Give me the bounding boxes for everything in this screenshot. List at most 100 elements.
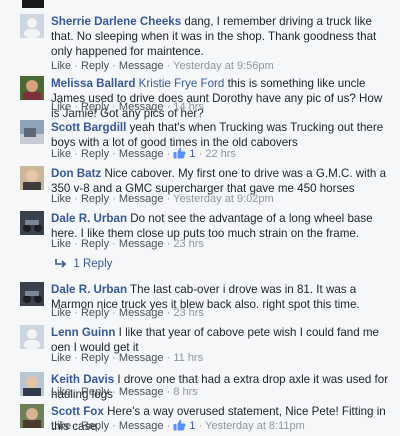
tagged-user[interactable]: Kristie Frye Ford [139, 77, 225, 90]
comment-text-block: Lenn Guinn I like that year of cabove pe… [51, 325, 391, 355]
message-link[interactable]: Message [119, 420, 164, 432]
comment-actions: Like · Reply · Message · 14 hrs [51, 101, 204, 113]
like-link[interactable]: Like [51, 420, 71, 432]
separator: · [74, 148, 78, 160]
separator: · [166, 193, 171, 205]
comment-actions: Like · Reply · Message · 23 hrs [51, 238, 204, 250]
separator: · [166, 386, 171, 398]
comment-timestamp[interactable]: Yesterday at 9:02pm [173, 193, 274, 205]
comment-actions: Like · Reply · Message · Yesterday at 9:… [51, 60, 274, 72]
like-count[interactable]: 1 [173, 147, 198, 160]
separator: · [112, 101, 116, 113]
like-count-value: 1 [189, 420, 196, 432]
reply-link[interactable]: Reply [81, 307, 109, 319]
comment-timestamp[interactable]: Yesterday at 9:56pm [173, 60, 274, 72]
comment-timestamp[interactable]: 14 hrs [173, 101, 204, 113]
avatar[interactable] [20, 120, 44, 144]
separator: · [198, 420, 203, 432]
like-link[interactable]: Like [51, 193, 71, 205]
avatar[interactable] [20, 211, 44, 235]
reply-link[interactable]: Reply [81, 60, 109, 72]
comment-author[interactable]: Lenn Guinn [51, 326, 115, 339]
separator: · [74, 386, 78, 398]
message-link[interactable]: Message [119, 101, 164, 113]
reply-link[interactable]: Reply [81, 101, 109, 113]
comment-actions: Like · Reply · Message · 8 hrs [51, 386, 198, 398]
avatar[interactable] [20, 325, 44, 349]
like-link[interactable]: Like [51, 352, 71, 364]
comment-author[interactable]: Dale R. Urban [51, 212, 127, 225]
comment-author[interactable]: Dale R. Urban [51, 283, 127, 296]
reply-link[interactable]: Reply [81, 420, 109, 432]
message-link[interactable]: Message [119, 148, 164, 160]
avatar [22, 0, 44, 8]
reply-link[interactable]: Reply [81, 238, 109, 250]
avatar[interactable] [20, 76, 44, 100]
separator: · [112, 352, 116, 364]
like-link[interactable]: Like [51, 386, 71, 398]
reply-link[interactable]: Reply [81, 148, 109, 160]
message-link[interactable]: Message [119, 352, 164, 364]
comment-timestamp[interactable]: Yesterday at 8:11pm [205, 420, 305, 432]
view-replies-link[interactable]: 1 Reply [55, 258, 112, 270]
separator: · [166, 307, 171, 319]
separator: · [112, 307, 116, 319]
avatar[interactable] [20, 372, 44, 396]
comment-actions: Like · Reply · Message · 1 · 22 hrs [51, 147, 236, 160]
separator: · [166, 148, 171, 160]
like-link[interactable]: Like [51, 307, 71, 319]
reply-link[interactable]: Reply [81, 386, 109, 398]
message-link[interactable]: Message [119, 193, 164, 205]
comment-timestamp[interactable]: 8 hrs [173, 386, 197, 398]
comment-author[interactable]: Don Batz [51, 167, 101, 180]
like-count-value: 1 [189, 148, 196, 160]
separator: · [166, 60, 171, 72]
separator: · [112, 386, 116, 398]
reply-link[interactable]: Reply [81, 193, 109, 205]
thumbs-up-icon [173, 419, 186, 431]
comment-author[interactable]: Scott Fox [51, 405, 104, 418]
like-link[interactable]: Like [51, 60, 71, 72]
separator: · [74, 60, 78, 72]
avatar[interactable] [20, 282, 44, 306]
separator: · [198, 148, 203, 160]
comment-author[interactable]: Sherrie Darlene Cheeks [51, 15, 181, 28]
avatar[interactable] [20, 166, 44, 190]
message-link[interactable]: Message [119, 386, 164, 398]
comment-text-block: Dale R. Urban Do not see the advantage o… [51, 211, 391, 241]
comment-timestamp[interactable]: 23 hrs [173, 238, 204, 250]
separator: · [112, 420, 116, 432]
view-replies-label: 1 Reply [73, 258, 113, 270]
separator: · [74, 352, 78, 364]
comment-text-block: Melissa Ballard Kristie Frye Ford this i… [51, 76, 391, 121]
comment-timestamp[interactable]: 23 hrs [173, 307, 204, 319]
comment-text-block: Sherrie Darlene Cheeks dang, I remember … [51, 14, 391, 59]
separator: · [166, 101, 171, 113]
comment-text-block: Don Batz Nice cabover. My first one to d… [51, 166, 391, 196]
like-link[interactable]: Like [51, 238, 71, 250]
previous-comment-stub [0, 0, 400, 10]
comment-actions: Like · Reply · Message · Yesterday at 9:… [51, 193, 274, 205]
comment-author[interactable]: Keith Davis [51, 373, 114, 386]
separator: · [166, 238, 171, 250]
reply-link[interactable]: Reply [81, 352, 109, 364]
message-link[interactable]: Message [119, 307, 164, 319]
message-link[interactable]: Message [119, 238, 164, 250]
comment-author[interactable]: Scott Bargdill [51, 121, 126, 134]
comment-timestamp[interactable]: 11 hrs [173, 352, 203, 364]
separator: · [166, 352, 171, 364]
like-link[interactable]: Like [51, 148, 71, 160]
separator: · [74, 420, 78, 432]
comment-author[interactable]: Melissa Ballard [51, 77, 135, 90]
comment-actions: Like · Reply · Message · 11 hrs [51, 352, 203, 364]
message-link[interactable]: Message [119, 60, 164, 72]
avatar[interactable] [20, 404, 44, 428]
separator: · [112, 238, 116, 250]
comment-timestamp[interactable]: 22 hrs [205, 148, 236, 160]
comment-actions: Like · Reply · Message · 23 hrs [51, 307, 204, 319]
like-count[interactable]: 1 [173, 419, 198, 432]
avatar[interactable] [20, 14, 44, 38]
comment-body: Nice cabover. My first one to drive was … [51, 167, 387, 195]
separator: · [112, 148, 116, 160]
like-link[interactable]: Like [51, 101, 71, 113]
